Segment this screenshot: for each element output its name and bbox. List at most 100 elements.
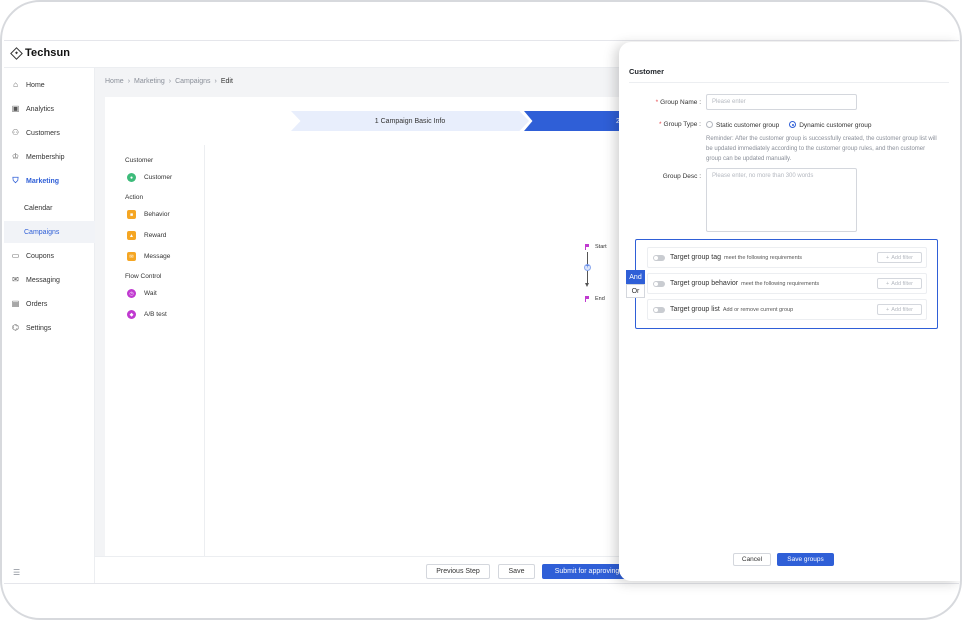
breadcrumb-campaigns[interactable]: Campaigns xyxy=(175,78,210,85)
add-node-icon[interactable]: + xyxy=(584,264,591,271)
add-filter-button[interactable]: + Add filter xyxy=(877,252,922,263)
radio-icon xyxy=(706,121,713,128)
save-button[interactable]: Save xyxy=(498,564,535,579)
palette-heading-flow-control: Flow Control xyxy=(125,273,162,280)
sidebar-item-marketing[interactable]: ⛉ Marketing xyxy=(4,170,95,192)
flow-start-label: Start xyxy=(595,244,607,250)
behavior-node-icon: ■ xyxy=(127,210,136,219)
palette-heading-action: Action xyxy=(125,194,144,201)
sidebar-item-campaigns[interactable]: Campaigns xyxy=(4,221,95,243)
palette-item-ab-test[interactable]: ◆ A/B test xyxy=(127,310,167,319)
sidebar-item-label: Membership xyxy=(26,153,65,161)
logo-text: Techsun xyxy=(25,47,71,59)
drawer-title: Customer xyxy=(629,67,665,76)
list-filter-toggle[interactable] xyxy=(653,306,665,313)
ab-test-node-icon: ◆ xyxy=(127,310,136,319)
logo[interactable]: Techsun xyxy=(10,46,71,60)
previous-step-button[interactable]: Previous Step xyxy=(426,564,490,579)
home-icon: ⌂ xyxy=(13,80,18,89)
logic-switch: And Or xyxy=(626,270,645,298)
sidebar-item-orders[interactable]: ▤ Orders xyxy=(4,293,95,315)
start-flag-icon xyxy=(585,244,589,250)
logic-or-button[interactable]: Or xyxy=(626,284,645,298)
sidebar-item-label: Messaging xyxy=(26,276,60,284)
breadcrumb-current: Edit xyxy=(220,78,233,85)
customers-icon: ⚇ xyxy=(11,128,20,137)
group-desc-label: Group Desc : xyxy=(662,173,701,180)
flow-end-node[interactable]: End xyxy=(585,296,605,302)
step-campaign-basic-info[interactable]: 1 Campaign Basic Info xyxy=(291,111,529,131)
filter-title: Target group behavior xyxy=(670,280,739,287)
drawer-divider xyxy=(629,82,949,83)
filter-row-list: Target group list Add or remove current … xyxy=(647,299,927,320)
logic-and-button[interactable]: And xyxy=(626,270,645,284)
node-palette: Customer ● Customer Action ■ Behavior ▲ … xyxy=(105,145,205,557)
end-flag-icon xyxy=(585,296,589,302)
palette-item-reward[interactable]: ▲ Reward xyxy=(127,231,166,240)
sidebar-item-coupons[interactable]: ▭ Coupons xyxy=(4,245,95,267)
sidebar-item-customers[interactable]: ⚇ Customers xyxy=(4,122,95,144)
plus-icon: + xyxy=(886,254,890,261)
breadcrumb-separator: › xyxy=(127,78,131,85)
sidebar-item-label: Calendar xyxy=(24,204,53,212)
palette-item-wait[interactable]: ◷ Wait xyxy=(127,289,157,298)
palette-item-label: Message xyxy=(144,253,171,260)
plus-icon: + xyxy=(886,306,890,313)
palette-item-behavior[interactable]: ■ Behavior xyxy=(127,210,170,219)
messaging-icon: ✉ xyxy=(12,275,19,284)
customer-drawer: Customer * Group Name : Please enter * Gro… xyxy=(619,42,960,581)
tag-filter-toggle[interactable] xyxy=(653,254,665,261)
dynamic-group-radio[interactable]: Dynamic customer group xyxy=(789,121,871,129)
cancel-button[interactable]: Cancel xyxy=(733,553,771,566)
sidebar-item-label: Customers xyxy=(26,129,60,137)
add-filter-button[interactable]: + Add filter xyxy=(877,278,922,289)
breadcrumb-separator: › xyxy=(168,78,172,85)
sidebar-item-calendar[interactable]: Calendar xyxy=(4,197,95,219)
palette-item-label: Behavior xyxy=(144,211,170,218)
add-filter-button[interactable]: + Add filter xyxy=(877,304,922,315)
sidebar-item-messaging[interactable]: ✉ Messaging xyxy=(4,269,95,291)
group-type-radio-group: Static customer group Dynamic customer g… xyxy=(706,121,871,129)
group-name-input[interactable]: Please enter xyxy=(706,94,857,110)
save-groups-button[interactable]: Save groups xyxy=(777,553,834,566)
filter-row-tag: Target group tag meet the following requ… xyxy=(647,247,927,268)
group-type-label: * Group Type : xyxy=(659,121,701,128)
sidebar-item-label: Coupons xyxy=(26,252,55,260)
plus-icon: + xyxy=(886,280,890,287)
breadcrumb-home[interactable]: Home xyxy=(105,78,124,85)
filter-subtitle: meet the following requirements xyxy=(741,280,820,287)
orders-icon: ▤ xyxy=(11,299,20,308)
sidebar: ⌂ Home ▣ Analytics ⚇ Customers ♔ Members… xyxy=(4,68,95,583)
sidebar-item-label: Analytics xyxy=(26,105,55,113)
filter-row-behavior: Target group behavior meet the following… xyxy=(647,273,927,294)
coupons-icon: ▭ xyxy=(11,251,20,260)
group-desc-textarea[interactable]: Please enter, no more than 300 words xyxy=(706,168,857,232)
flow-end-label: End xyxy=(595,296,605,302)
sidebar-item-label: Campaigns xyxy=(24,228,60,236)
sidebar-item-label: Marketing xyxy=(26,177,60,185)
palette-item-label: Reward xyxy=(144,232,167,239)
group-name-label: * Group Name : xyxy=(655,99,701,106)
sidebar-item-settings[interactable]: ⌬ Settings xyxy=(4,317,95,339)
flow-start-node[interactable]: Start xyxy=(585,244,607,250)
sidebar-item-membership[interactable]: ♔ Membership xyxy=(4,146,95,168)
reward-node-icon: ▲ xyxy=(127,231,136,240)
marketing-icon: ⛉ xyxy=(12,176,19,185)
sidebar-item-label: Settings xyxy=(26,324,52,332)
palette-item-label: A/B test xyxy=(144,311,167,318)
palette-item-customer[interactable]: ● Customer xyxy=(127,173,172,182)
filter-subtitle: meet the following requirements xyxy=(723,254,802,261)
sidebar-item-home[interactable]: ⌂ Home xyxy=(4,74,95,96)
static-group-radio[interactable]: Static customer group xyxy=(706,121,779,129)
breadcrumb-separator: › xyxy=(214,78,217,85)
breadcrumb-marketing[interactable]: Marketing xyxy=(134,78,165,85)
group-type-reminder: Reminder: After the customer group is su… xyxy=(706,136,937,162)
breadcrumb: Home › Marketing › Campaigns › Edit xyxy=(105,78,233,85)
filter-subtitle: Add or remove current group xyxy=(722,306,794,313)
sidebar-item-analytics[interactable]: ▣ Analytics xyxy=(4,98,95,120)
palette-item-message[interactable]: ✉ Message xyxy=(127,252,170,261)
filter-title: Target group list xyxy=(670,306,720,313)
collapse-menu-icon[interactable]: ☰ xyxy=(13,568,20,577)
analytics-icon: ▣ xyxy=(11,104,20,113)
behavior-filter-toggle[interactable] xyxy=(653,280,665,287)
